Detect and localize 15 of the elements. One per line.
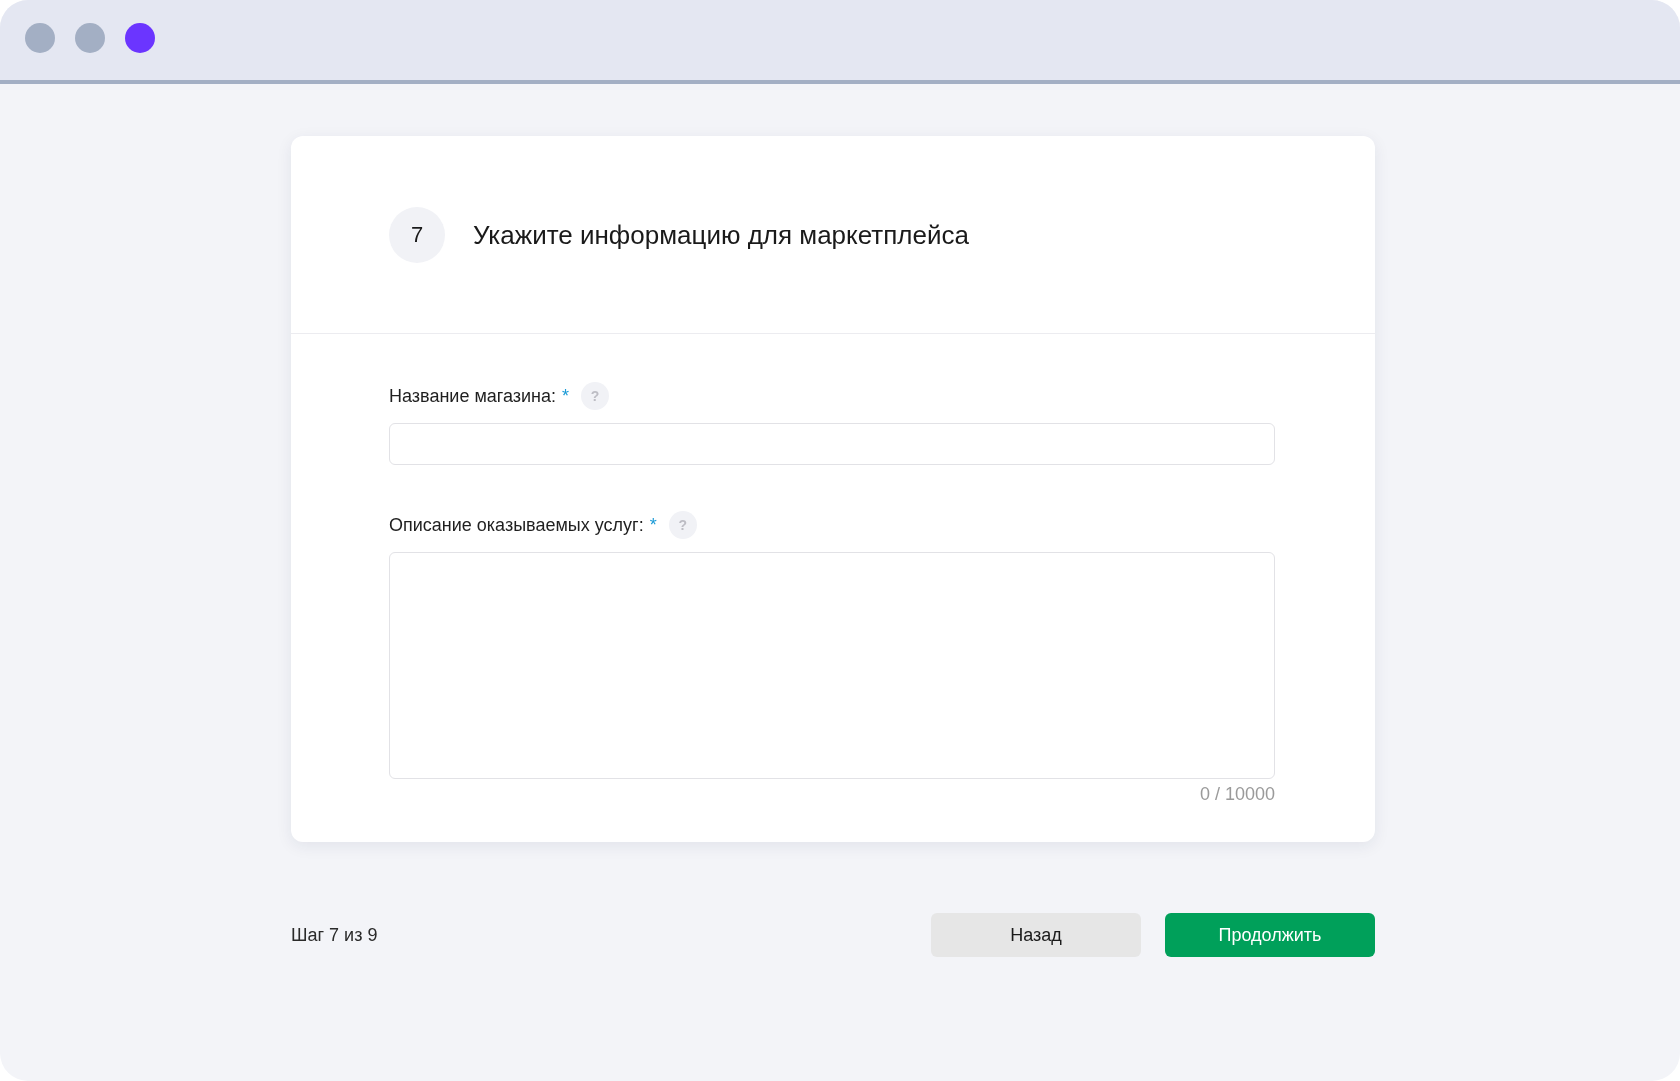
form-title: Укажите информацию для маркетплейса xyxy=(473,219,969,251)
field-label: Описание оказываемых услуг: xyxy=(389,514,644,536)
window-control-dot-icon[interactable] xyxy=(125,23,155,53)
step-number: 7 xyxy=(389,207,445,263)
required-mark: * xyxy=(649,514,657,536)
continue-button[interactable]: Продолжить xyxy=(1165,913,1375,957)
window-control-dot-icon[interactable] xyxy=(75,23,105,53)
required-mark: * xyxy=(562,385,570,407)
window-control-dot-icon[interactable] xyxy=(25,23,55,53)
textarea-field[interactable] xyxy=(389,552,1275,779)
step-indicator: Шаг 7 из 9 xyxy=(291,924,378,946)
text-input-field[interactable] xyxy=(389,423,1275,465)
field-label: Название магазина: xyxy=(389,385,557,407)
back-button[interactable]: Назад xyxy=(931,913,1141,957)
character-counter: 0 / 10000 xyxy=(1199,784,1275,804)
